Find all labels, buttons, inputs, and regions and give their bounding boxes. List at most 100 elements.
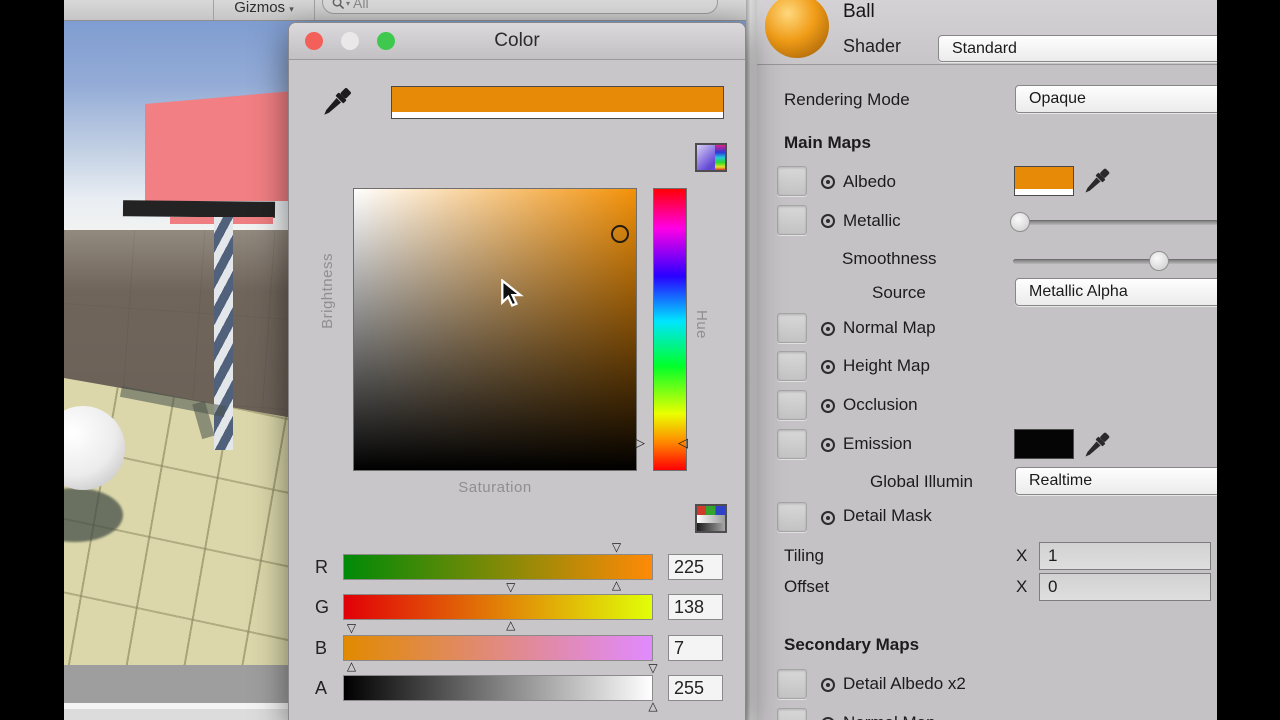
slider-marker-bottom[interactable]: △ xyxy=(610,579,624,591)
search-input[interactable]: ▾ All xyxy=(322,0,718,14)
offset-label: Offset xyxy=(784,577,830,596)
normal-map-target-icon[interactable] xyxy=(821,322,835,336)
slider-marker-top[interactable]: ▽ xyxy=(345,622,359,634)
mouse-cursor-icon xyxy=(501,279,524,307)
red-channel-slider[interactable] xyxy=(343,554,653,580)
metallic-texture-checkbox[interactable] xyxy=(777,205,807,235)
blue-channel-row: B ▽ △ 7 xyxy=(289,622,747,672)
emission-eyedropper-icon[interactable] xyxy=(1079,429,1113,463)
metallic-slider[interactable] xyxy=(1019,220,1228,225)
main-maps-header: Main Maps xyxy=(784,133,871,152)
gizmos-label: Gizmos xyxy=(234,0,286,16)
rendering-mode-dropdown[interactable]: Opaque xyxy=(1015,85,1228,113)
emission-label: Emission xyxy=(843,434,912,453)
channel-value-input[interactable]: 138 xyxy=(668,594,723,620)
hue-marker-left[interactable]: ▷ xyxy=(635,436,645,449)
rendering-mode-label: Rendering Mode xyxy=(784,90,910,109)
slider-marker-top[interactable]: ▽ xyxy=(504,581,518,593)
detail-mask-target-icon[interactable] xyxy=(821,511,835,525)
secondary-normal-map-label: Normal Map xyxy=(843,713,936,720)
slider-marker-bottom[interactable]: △ xyxy=(345,660,359,672)
chevron-down-icon: ▾ xyxy=(289,4,294,14)
metallic-slider-knob[interactable] xyxy=(1010,212,1030,232)
red-channel-row: R ▽ △ 225 xyxy=(289,541,747,591)
tiling-label: Tiling xyxy=(784,546,824,565)
search-filter-label: All xyxy=(353,0,369,11)
albedo-texture-checkbox[interactable] xyxy=(777,166,807,196)
normal-map-label: Normal Map xyxy=(843,318,936,337)
slider-marker-bottom[interactable]: △ xyxy=(646,700,660,712)
smoothness-label: Smoothness xyxy=(842,249,937,268)
gizmos-button[interactable]: Gizmos ▾ xyxy=(213,0,315,20)
left-black-strip xyxy=(0,0,64,720)
emission-color xyxy=(1015,430,1073,458)
height-map-checkbox[interactable] xyxy=(777,351,807,381)
saturation-brightness-field[interactable] xyxy=(353,188,637,471)
slider-marker-top[interactable]: ▽ xyxy=(610,541,624,553)
green-channel-row: G ▽ △ 138 xyxy=(289,581,747,631)
detail-mask-label: Detail Mask xyxy=(843,506,932,525)
slider-marker-top[interactable]: ▽ xyxy=(646,662,660,674)
rgb-bars-icon xyxy=(697,506,725,515)
dark-bar-icon xyxy=(697,523,725,531)
alpha-channel-slider[interactable] xyxy=(343,675,653,701)
albedo-eyedropper-icon[interactable] xyxy=(1079,165,1113,199)
offset-x-input[interactable]: 0 xyxy=(1039,573,1211,601)
metallic-label: Metallic xyxy=(843,211,901,230)
sliders-mode-button[interactable] xyxy=(695,504,727,533)
shader-label: Shader xyxy=(843,36,902,56)
scene-toolbar: Gizmos ▾ ▾ All xyxy=(64,0,746,21)
color-picker-window: Color Brightness Hue Saturation ▷ ◁ R ▽ … xyxy=(288,22,746,720)
channel-label: B xyxy=(315,638,328,658)
detail-mask-checkbox[interactable] xyxy=(777,502,807,532)
smoothness-slider[interactable] xyxy=(1013,259,1228,264)
tiling-x-input[interactable]: 1 xyxy=(1039,542,1211,570)
right-black-strip xyxy=(1217,0,1280,720)
emission-color-swatch[interactable] xyxy=(1014,429,1074,459)
channel-label: A xyxy=(315,678,328,698)
secondary-normal-map-checkbox[interactable] xyxy=(777,708,807,720)
smoothness-slider-knob[interactable] xyxy=(1149,251,1169,271)
magnifier-icon xyxy=(332,0,345,10)
blue-channel-slider[interactable] xyxy=(343,635,653,661)
albedo-label: Albedo xyxy=(843,172,896,191)
emission-target-icon[interactable] xyxy=(821,438,835,452)
channel-value-input[interactable]: 255 xyxy=(668,675,723,701)
rainbow-strip-icon xyxy=(715,145,725,170)
occlusion-target-icon[interactable] xyxy=(821,399,835,413)
channel-value-input[interactable]: 7 xyxy=(668,635,723,661)
alpha-channel-row: A ▽ △ 255 xyxy=(289,662,747,712)
eyedropper-icon[interactable] xyxy=(317,83,355,123)
color-selection-marker[interactable] xyxy=(611,225,629,243)
metallic-target-icon[interactable] xyxy=(821,214,835,228)
window-title: Color xyxy=(494,30,540,51)
albedo-target-icon[interactable] xyxy=(821,175,835,189)
slider-marker-bottom[interactable]: △ xyxy=(504,619,518,631)
occlusion-checkbox[interactable] xyxy=(777,390,807,420)
global-illumination-label: Global Illumin xyxy=(870,472,973,491)
channel-label: R xyxy=(315,557,328,577)
albedo-color-swatch[interactable] xyxy=(1014,166,1074,196)
material-properties: Rendering Mode Opaque Main Maps Albedo M… xyxy=(757,65,1280,720)
saturation-axis-label: Saturation xyxy=(458,479,532,496)
color-wheel-mode-button[interactable] xyxy=(695,143,727,172)
secondary-maps-header: Secondary Maps xyxy=(784,635,920,654)
detail-albedo-target-icon[interactable] xyxy=(821,678,835,692)
height-map-target-icon[interactable] xyxy=(821,360,835,374)
hue-slider[interactable] xyxy=(653,188,687,471)
detail-albedo-checkbox[interactable] xyxy=(777,669,807,699)
window-titlebar[interactable]: Color xyxy=(289,23,745,60)
channel-value-input[interactable]: 225 xyxy=(668,554,723,580)
current-color-swatch xyxy=(391,86,724,119)
global-illumination-dropdown[interactable]: Realtime xyxy=(1015,467,1228,495)
screen: Gizmos ▾ ▾ All Color Brightness Hue Satu… xyxy=(0,0,1280,720)
shader-dropdown[interactable]: Standard xyxy=(938,35,1228,62)
emission-checkbox[interactable] xyxy=(777,429,807,459)
green-channel-slider[interactable] xyxy=(343,594,653,620)
occlusion-label: Occlusion xyxy=(843,395,918,414)
source-dropdown[interactable]: Metallic Alpha xyxy=(1015,278,1228,306)
source-label: Source xyxy=(872,283,926,302)
normal-map-checkbox[interactable] xyxy=(777,313,807,343)
hue-marker-right[interactable]: ◁ xyxy=(678,436,688,449)
channel-label: G xyxy=(315,597,330,617)
